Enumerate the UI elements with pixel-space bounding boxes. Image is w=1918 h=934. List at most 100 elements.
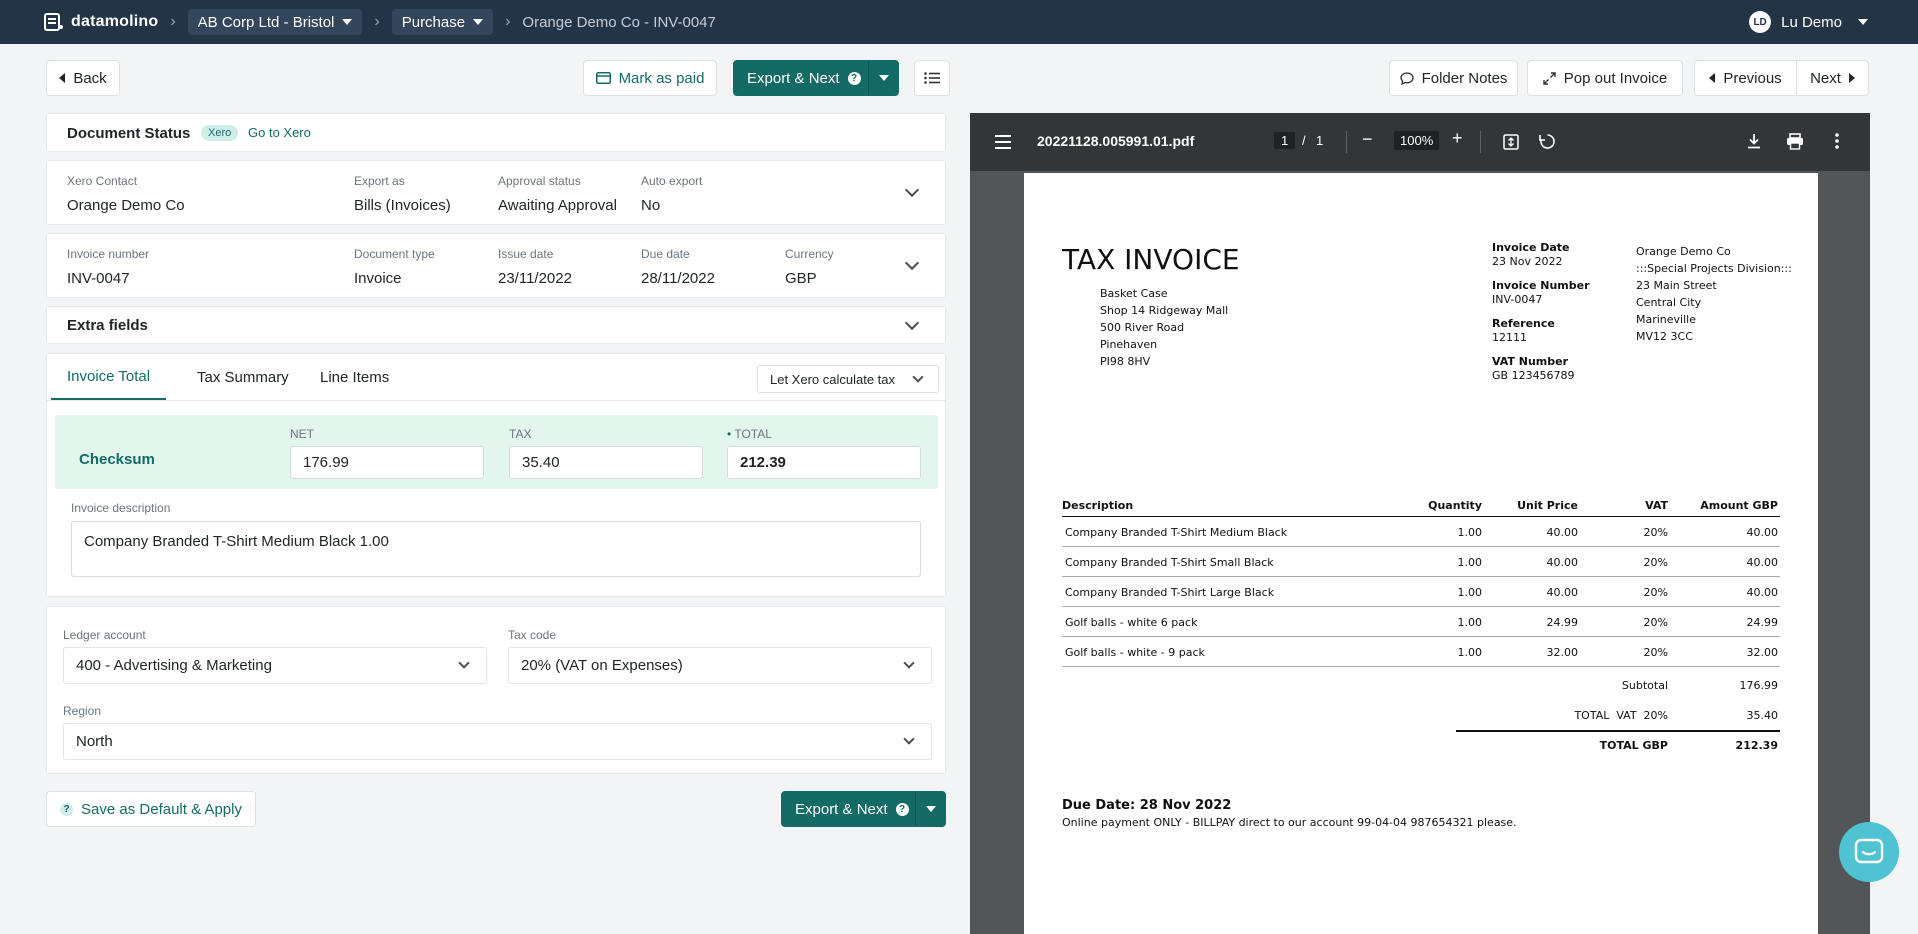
- tab-invoice-total[interactable]: Invoice Total: [51, 354, 167, 400]
- next-label: Next: [1810, 69, 1841, 87]
- region-select[interactable]: North: [63, 723, 932, 760]
- fit-page-icon[interactable]: [1503, 134, 1519, 150]
- cell-amount: 32.00: [1746, 646, 1779, 659]
- tax-code-select[interactable]: 20% (VAT on Expenses): [508, 647, 932, 684]
- tab-tax-summary[interactable]: Tax Summary: [185, 354, 301, 400]
- zoom-level[interactable]: 100%: [1394, 131, 1440, 150]
- cell-quantity: 1.00: [1457, 556, 1483, 569]
- address-line: Central City: [1636, 296, 1702, 309]
- document-status-card: Document Status Xero Go to Xero: [46, 113, 946, 152]
- user-menu[interactable]: LD Lu Demo: [1749, 0, 1868, 44]
- meta-label: Invoice Number: [1492, 279, 1590, 292]
- zoom-out-icon[interactable]: −: [1362, 129, 1373, 150]
- next-button[interactable]: Next: [1796, 60, 1869, 96]
- page-number-input[interactable]: 1: [1274, 132, 1296, 149]
- logo-icon: [44, 13, 63, 31]
- mark-paid-button[interactable]: Mark as paid: [583, 60, 717, 96]
- tax-code-label: Tax code: [508, 628, 557, 642]
- pdf-filename: 20221128.005991.01.pdf: [1037, 133, 1195, 149]
- subtotal-label: Subtotal: [1621, 679, 1668, 692]
- net-input[interactable]: 176.99: [290, 446, 484, 479]
- more-vertical-icon[interactable]: [1835, 133, 1839, 149]
- divider: [1346, 131, 1347, 153]
- extra-fields-card[interactable]: Extra fields: [46, 306, 946, 344]
- list-view-button[interactable]: [914, 60, 950, 96]
- invoice-description-textarea[interactable]: Company Branded T-Shirt Medium Black 1.0…: [71, 521, 921, 577]
- column-header: Amount GBP: [1700, 499, 1778, 512]
- cell-unit-price: 24.99: [1546, 616, 1579, 629]
- cell-unit-price: 40.00: [1546, 556, 1579, 569]
- table-row: Golf balls - white 6 pack 1.00 24.99 20%…: [1062, 607, 1780, 637]
- invoice-details-card[interactable]: Invoice number INV-0047 Document type In…: [46, 233, 946, 298]
- go-to-xero-link[interactable]: Go to Xero: [248, 125, 311, 140]
- rotate-icon[interactable]: [1539, 133, 1556, 150]
- pop-out-invoice-button[interactable]: Pop out Invoice: [1527, 60, 1683, 96]
- company-label: AB Corp Ltd - Bristol: [197, 13, 335, 31]
- total-input[interactable]: 212.39: [727, 446, 921, 479]
- tax-label: TAX: [509, 427, 532, 441]
- ledger-account-value: 400 - Advertising & Marketing: [76, 657, 272, 674]
- caret-down-icon: [1858, 19, 1868, 25]
- export-dropdown-toggle[interactable]: [915, 792, 945, 826]
- back-button[interactable]: Back: [46, 60, 120, 96]
- chevron-down-icon[interactable]: [904, 182, 920, 198]
- download-icon[interactable]: [1747, 133, 1761, 149]
- export-dropdown-toggle[interactable]: [868, 61, 898, 95]
- tax-input[interactable]: 35.40: [509, 446, 703, 479]
- export-next-footer-button[interactable]: Export & Next ?: [781, 791, 946, 827]
- tax-mode-select[interactable]: Let Xero calculate tax: [757, 365, 939, 393]
- zoom-in-icon[interactable]: +: [1452, 128, 1463, 149]
- pdf-viewer[interactable]: 20221128.005991.01.pdf 1 / 1 − 100% + TA…: [970, 113, 1870, 934]
- tax-mode-value: Let Xero calculate tax: [770, 371, 896, 387]
- export-next-button[interactable]: Export & Next ?: [733, 60, 899, 96]
- chevron-down-icon[interactable]: [904, 255, 920, 271]
- subtotal-value: 176.99: [1739, 679, 1779, 692]
- chat-icon: [1854, 838, 1884, 864]
- invoice-description-label: Invoice description: [71, 501, 171, 515]
- total-gbp-value: 212.39: [1735, 739, 1778, 752]
- tab-line-items[interactable]: Line Items: [308, 354, 401, 400]
- user-name: Lu Demo: [1781, 13, 1842, 31]
- column-header: Quantity: [1428, 499, 1482, 512]
- table-row: Company Branded T-Shirt Small Black 1.00…: [1062, 547, 1780, 577]
- total-label-text: TOTAL: [734, 427, 772, 441]
- folder-notes-button[interactable]: Folder Notes: [1389, 60, 1518, 96]
- chevron-right-icon: ›: [170, 13, 176, 30]
- cell-amount: 40.00: [1746, 556, 1779, 569]
- export-as-label: Export as: [354, 174, 405, 188]
- print-icon[interactable]: [1786, 133, 1804, 150]
- folder-notes-label: Folder Notes: [1421, 69, 1508, 87]
- previous-button[interactable]: Previous: [1694, 60, 1797, 96]
- save-default-label: Save as Default & Apply: [81, 800, 242, 818]
- vat-total-label: TOTAL VAT 20%: [1574, 709, 1668, 722]
- avatar: LD: [1749, 11, 1772, 33]
- total-gbp-label: TOTAL GBP: [1599, 739, 1668, 752]
- save-default-button[interactable]: ? Save as Default & Apply: [46, 791, 256, 827]
- cell-amount: 40.00: [1746, 526, 1779, 539]
- payment-instructions: Online payment ONLY - BILLPAY direct to …: [1062, 816, 1517, 829]
- credit-card-icon: [595, 72, 611, 84]
- logo[interactable]: datamolino: [44, 13, 158, 31]
- caret-down-icon: [925, 806, 936, 812]
- cell-quantity: 1.00: [1457, 646, 1483, 659]
- caret-right-icon: [1848, 73, 1855, 83]
- menu-icon[interactable]: [995, 135, 1011, 149]
- cell-description: Company Branded T-Shirt Small Black: [1065, 556, 1274, 569]
- company-selector[interactable]: AB Corp Ltd - Bristol: [187, 9, 363, 35]
- auto-export-value: No: [641, 197, 661, 214]
- ledger-account-select[interactable]: 400 - Advertising & Marketing: [63, 647, 487, 684]
- document-status-title: Document Status: [67, 125, 191, 142]
- column-header: Description: [1062, 499, 1134, 512]
- caret-left-icon: [1709, 73, 1716, 83]
- address-line: MV12 3CC: [1636, 330, 1693, 343]
- contact-label: Xero Contact: [67, 174, 138, 188]
- approval-value: Awaiting Approval: [498, 197, 617, 214]
- auto-export-label: Auto export: [641, 174, 703, 188]
- total-divider: [1456, 730, 1780, 732]
- cell-amount: 40.00: [1746, 586, 1779, 599]
- section-selector[interactable]: Purchase: [391, 9, 494, 35]
- address-line: Orange Demo Co: [1636, 245, 1731, 258]
- contact-card[interactable]: Xero Contact Orange Demo Co Export as Bi…: [46, 160, 946, 225]
- chat-launcher-button[interactable]: [1839, 822, 1899, 882]
- chevron-down-icon[interactable]: [904, 315, 920, 331]
